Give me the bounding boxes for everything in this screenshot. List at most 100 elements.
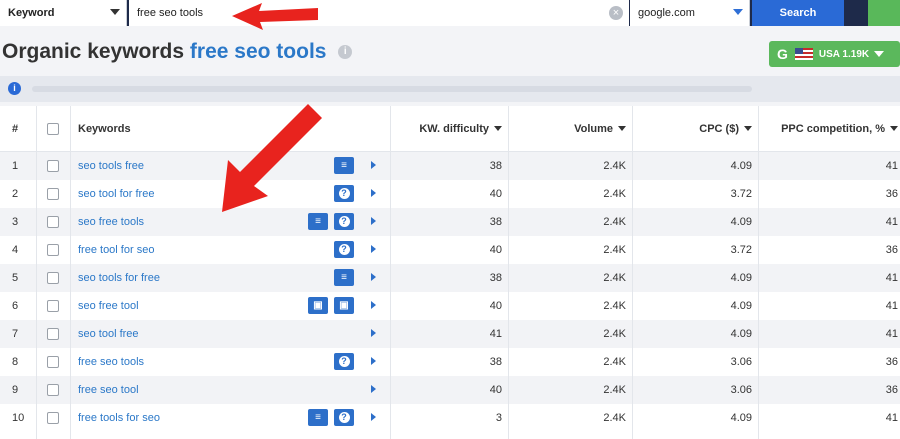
search-type-dropdown[interactable]: Keyword — [0, 0, 127, 26]
ppc-competition-cell: 41 — [885, 216, 898, 228]
keyword-link[interactable]: seo tools free — [78, 160, 144, 172]
info-icon[interactable]: i — [8, 82, 21, 95]
search-button[interactable]: Search — [752, 0, 844, 26]
table-header-row: # Keywords KW. difficulty Volume CPC ($)… — [0, 106, 900, 152]
keyword-link[interactable]: seo tool free — [78, 328, 139, 340]
expand-row-icon[interactable] — [371, 357, 376, 365]
select-all-checkbox[interactable] — [47, 122, 59, 135]
keyword-link[interactable]: seo tool for free — [78, 188, 154, 200]
serp-feature-question-icon[interactable]: ? — [334, 353, 354, 370]
row-checkbox-cell[interactable] — [36, 348, 70, 376]
row-checkbox-cell[interactable] — [36, 264, 70, 292]
expand-row-icon[interactable] — [371, 329, 376, 337]
cpc-cell: 3.72 — [730, 188, 752, 200]
database-selector-button[interactable]: G USA 1.19K — [769, 41, 900, 67]
clear-icon[interactable]: × — [609, 6, 623, 20]
volume-cell: 2.4K — [603, 328, 626, 340]
page-title-prefix: Organic keywords — [2, 40, 185, 63]
volume-cell: 2.4K — [603, 384, 626, 396]
chevron-down-icon — [733, 9, 743, 15]
serp-feature-question-icon[interactable]: ? — [334, 409, 354, 426]
keyword-link[interactable]: free seo tools — [78, 356, 144, 368]
row-checkbox-cell[interactable] — [36, 320, 70, 348]
keyword-link[interactable]: seo free tools — [78, 216, 144, 228]
col-header-ppc-label: PPC competition, % — [781, 122, 885, 135]
row-checkbox-cell[interactable] — [36, 180, 70, 208]
sort-down-icon — [744, 126, 752, 131]
row-checkbox[interactable] — [47, 356, 59, 368]
row-checkbox-cell[interactable] — [36, 376, 70, 404]
ppc-competition-cell: 36 — [885, 356, 898, 368]
kw-difficulty-cell: 40 — [489, 188, 502, 200]
col-header-ppc-competition[interactable]: PPC competition, % — [758, 106, 900, 151]
serp-feature-list-icon[interactable]: ≡ — [308, 409, 328, 426]
serp-feature-question-icon[interactable]: ? — [334, 185, 354, 202]
green-action-button[interactable] — [868, 0, 900, 26]
row-checkbox-cell[interactable] — [36, 236, 70, 264]
serp-feature-list-icon[interactable]: ≡ — [334, 269, 354, 286]
row-checkbox[interactable] — [47, 384, 59, 396]
keyword-link[interactable]: free tools for seo — [78, 412, 160, 424]
keyword-cell: seo tool free — [70, 320, 390, 348]
sort-down-icon — [494, 126, 502, 131]
keyword-link[interactable]: free tool for seo — [78, 244, 154, 256]
table-row: 8 free seo tools ? 38 2.4K 3.06 36 — [0, 348, 900, 376]
keywords-table: # Keywords KW. difficulty Volume CPC ($)… — [0, 106, 900, 439]
row-number: 10 — [12, 412, 25, 424]
keyword-link[interactable]: seo free tool — [78, 300, 139, 312]
serp-feature-question-icon[interactable]: ? — [334, 213, 354, 230]
column-divider — [36, 106, 37, 439]
row-number: 8 — [12, 356, 19, 368]
col-header-cpc[interactable]: CPC ($) — [632, 106, 758, 151]
cpc-cell: 4.09 — [730, 272, 752, 284]
blurred-filter-bar — [32, 86, 752, 92]
search-input[interactable]: free seo tools × — [129, 0, 629, 26]
row-checkbox[interactable] — [47, 244, 59, 256]
keyword-link[interactable]: seo tools for free — [78, 272, 160, 284]
row-checkbox[interactable] — [47, 160, 59, 172]
expand-row-icon[interactable] — [371, 301, 376, 309]
row-checkbox-cell[interactable] — [36, 152, 70, 180]
expand-row-icon[interactable] — [371, 273, 376, 281]
expand-row-icon[interactable] — [371, 385, 376, 393]
cpc-cell: 4.09 — [730, 160, 752, 172]
cpc-cell: 3.72 — [730, 244, 752, 256]
cpc-cell: 3.06 — [730, 384, 752, 396]
expand-row-icon[interactable] — [371, 245, 376, 253]
row-checkbox[interactable] — [47, 188, 59, 200]
serp-feature-list-icon[interactable]: ≡ — [308, 213, 328, 230]
row-number: 4 — [12, 244, 19, 256]
serp-feature-image-icon[interactable]: ▣ — [308, 297, 328, 314]
col-header-volume[interactable]: Volume — [508, 106, 632, 151]
table-row: 1 seo tools free ≡ 38 2.4K 4.09 41 — [0, 152, 900, 180]
row-checkbox[interactable] — [47, 300, 59, 312]
row-checkbox[interactable] — [47, 272, 59, 284]
serp-feature-list-icon[interactable]: ≡ — [334, 157, 354, 174]
col-header-kw-difficulty[interactable]: KW. difficulty — [390, 106, 508, 151]
serp-feature-image-icon[interactable]: ▣ — [334, 297, 354, 314]
row-checkbox[interactable] — [47, 412, 59, 424]
keyword-link[interactable]: free seo tool — [78, 384, 139, 396]
volume-cell: 2.4K — [603, 412, 626, 424]
search-engine-dropdown[interactable]: google.com — [630, 0, 750, 26]
google-icon: G — [777, 46, 788, 62]
expand-row-icon[interactable] — [371, 217, 376, 225]
row-number: 6 — [12, 300, 19, 312]
info-icon[interactable]: i — [338, 45, 353, 60]
row-checkbox-cell[interactable] — [36, 208, 70, 236]
volume-cell: 2.4K — [603, 188, 626, 200]
volume-cell: 2.4K — [603, 244, 626, 256]
serp-feature-question-icon[interactable]: ? — [334, 241, 354, 258]
expand-row-icon[interactable] — [371, 189, 376, 197]
row-checkbox-cell[interactable] — [36, 404, 70, 432]
row-checkbox[interactable] — [47, 328, 59, 340]
col-header-keywords[interactable]: Keywords — [70, 106, 390, 151]
row-checkbox[interactable] — [47, 216, 59, 228]
volume-cell: 2.4K — [603, 216, 626, 228]
row-checkbox-cell[interactable] — [36, 292, 70, 320]
select-all-checkbox-cell[interactable] — [36, 106, 70, 151]
chevron-down-icon — [874, 51, 885, 57]
expand-row-icon[interactable] — [371, 161, 376, 169]
expand-row-icon[interactable] — [371, 413, 376, 421]
kw-difficulty-cell: 40 — [489, 300, 502, 312]
